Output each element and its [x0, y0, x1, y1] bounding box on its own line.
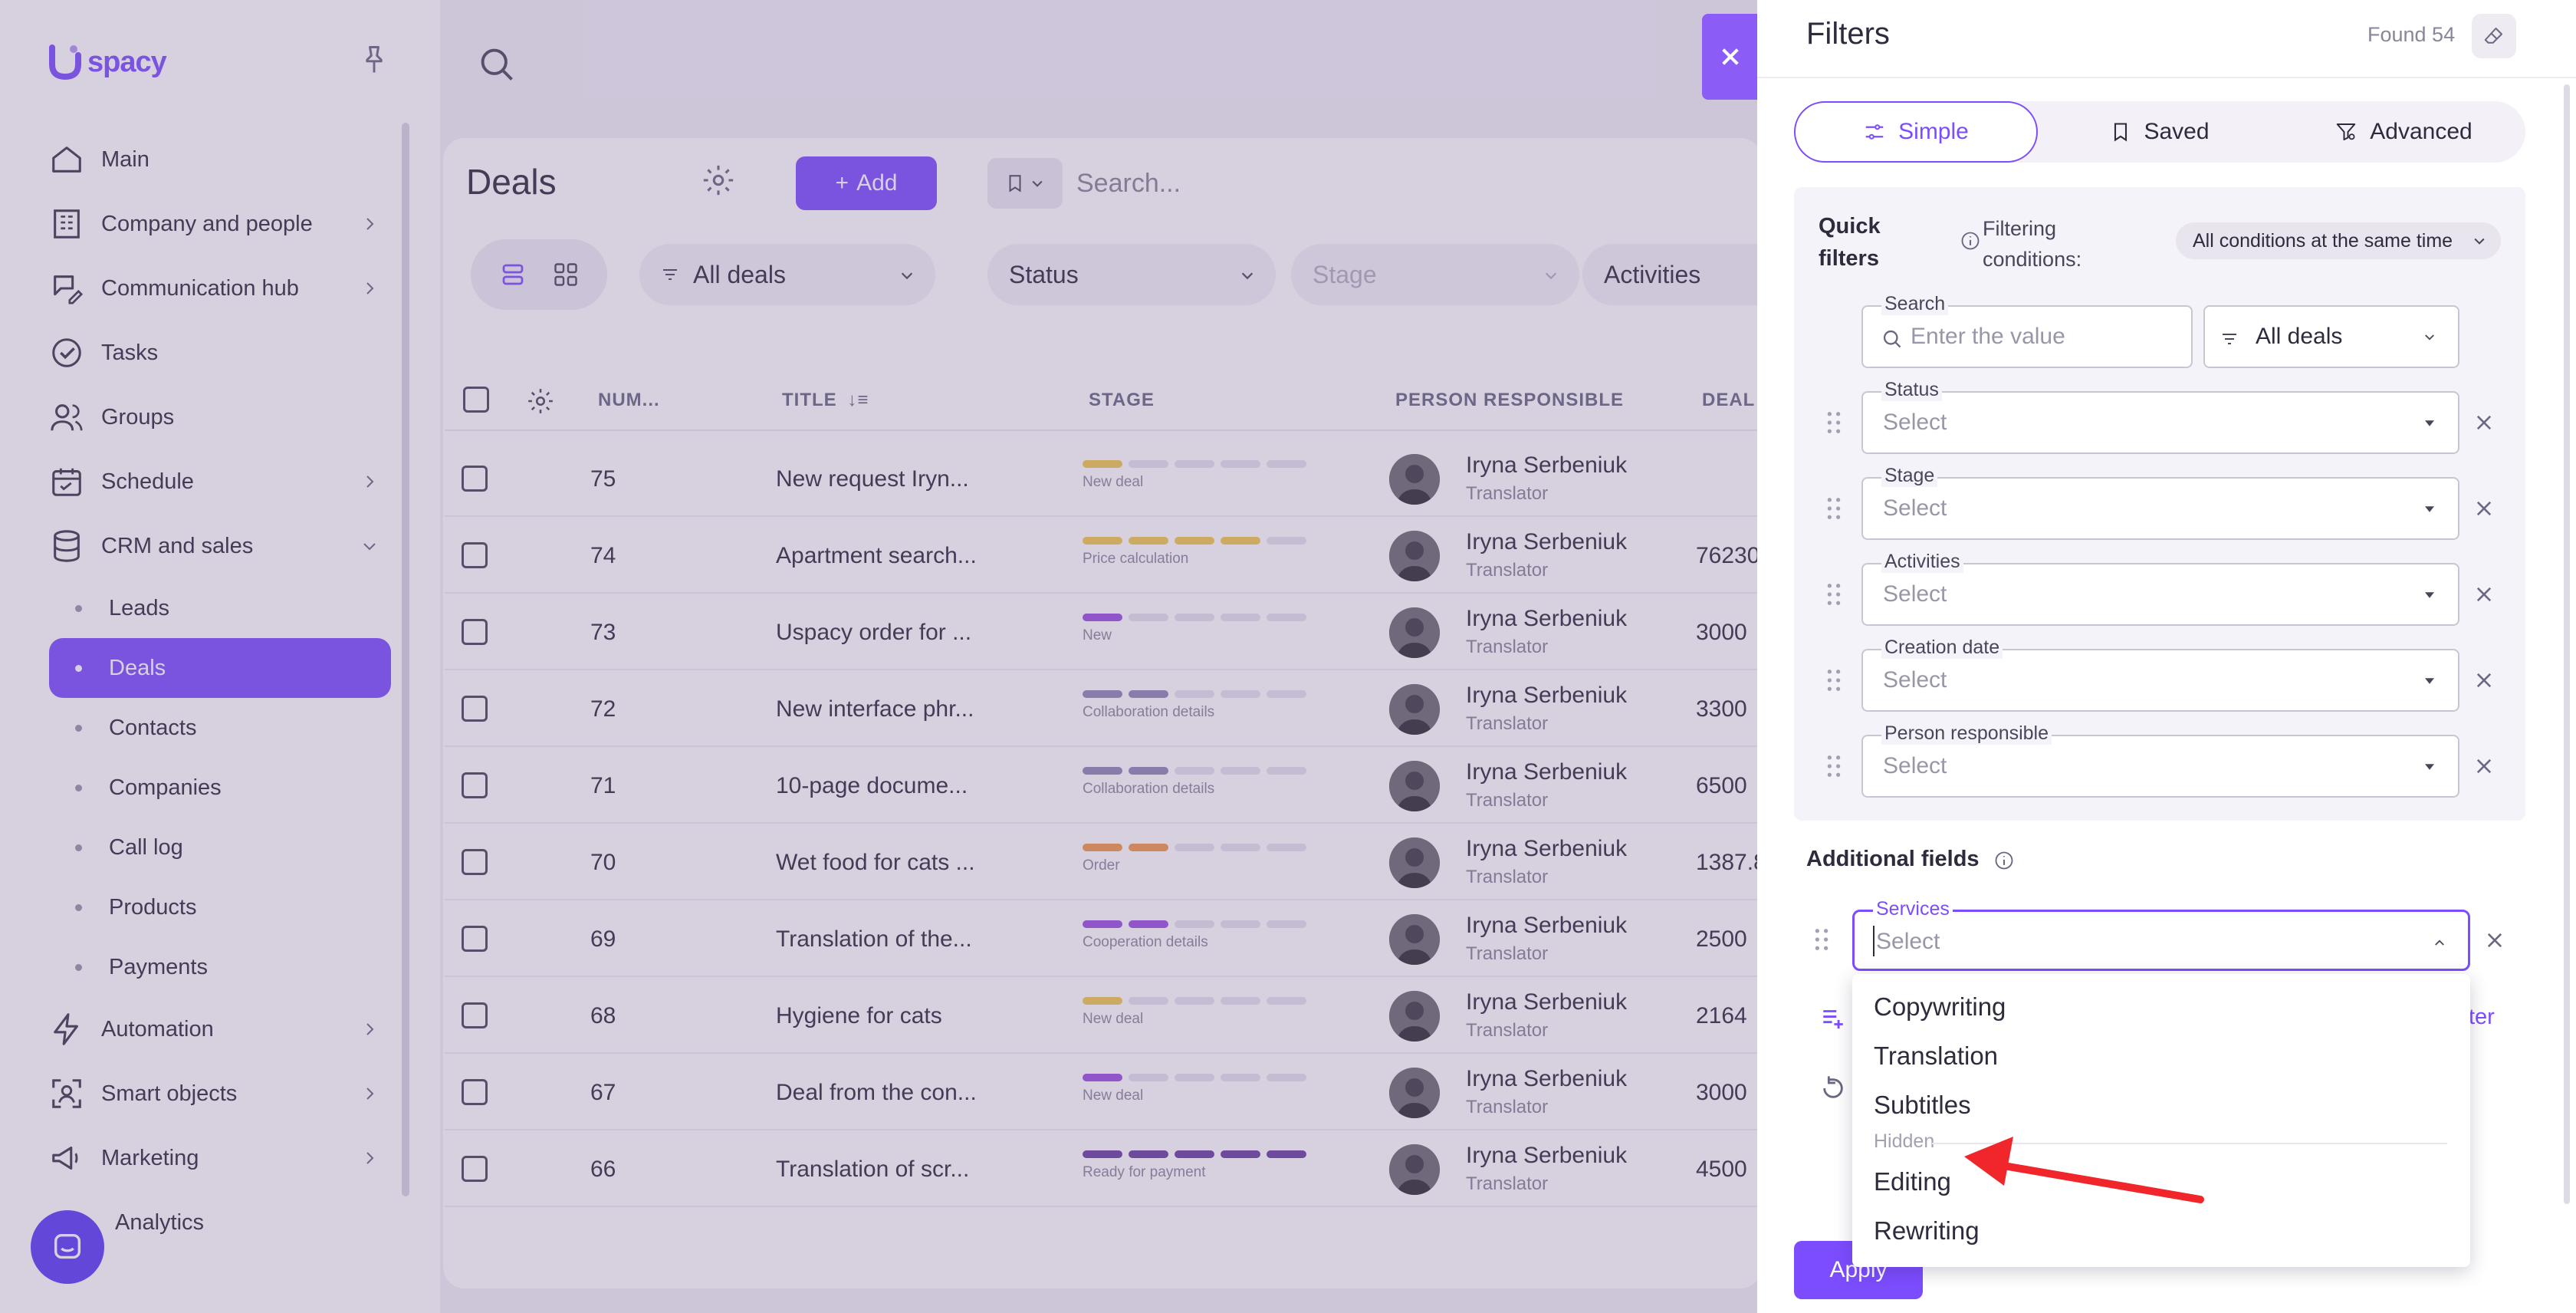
- clear-filters-button[interactable]: [2472, 14, 2516, 58]
- activities-select[interactable]: Activities Select: [1861, 550, 2459, 626]
- info-icon[interactable]: [1960, 230, 1981, 252]
- drag-handle-icon[interactable]: [1826, 497, 1842, 520]
- search-icon: [1883, 330, 1901, 348]
- deals-scope-value: All deals: [2256, 324, 2343, 349]
- stage-field-label: Stage: [1881, 464, 1938, 487]
- person-responsible-select[interactable]: Person responsible Select: [1861, 722, 2459, 798]
- option-translation[interactable]: Translation: [1874, 1042, 1998, 1071]
- eraser-icon: [2484, 28, 2502, 44]
- remove-services-field-icon[interactable]: [2484, 930, 2505, 951]
- option-copywriting[interactable]: Copywriting: [1874, 992, 2006, 1022]
- person-responsible-value: Select: [1883, 753, 1947, 778]
- person-responsible-field-label: Person responsible: [1881, 722, 2052, 745]
- tab-simple[interactable]: Simple: [1794, 101, 2038, 163]
- creation-date-field-label: Creation date: [1881, 636, 2003, 659]
- tab-simple-label: Simple: [1898, 119, 1969, 144]
- caret-down-icon: [2425, 420, 2434, 426]
- modal-backdrop[interactable]: [0, 0, 1763, 1313]
- bookmark-icon: [2114, 123, 2128, 142]
- search-value-placeholder: Enter the value: [1911, 324, 2065, 349]
- info-icon[interactable]: [1993, 850, 2015, 871]
- drag-handle-icon[interactable]: [1814, 928, 1829, 951]
- remove-stage-filter-icon[interactable]: [2473, 498, 2495, 519]
- stage-value: Select: [1883, 495, 1947, 521]
- reset-icon[interactable]: [1820, 1075, 1846, 1101]
- remove-status-filter-icon[interactable]: [2473, 412, 2495, 433]
- quick-filters-title: Quick filters: [1819, 214, 1881, 271]
- conditions-select[interactable]: All conditions at the same time: [2176, 222, 2501, 259]
- add-filter-icon[interactable]: [1820, 1005, 1846, 1031]
- drag-handle-icon[interactable]: [1826, 669, 1842, 692]
- status-select[interactable]: Status Select: [1861, 378, 2459, 454]
- drag-handle-icon[interactable]: [1826, 583, 1842, 606]
- panel-scrollbar[interactable]: [2564, 84, 2570, 1204]
- option-editing[interactable]: Editing: [1874, 1167, 1951, 1196]
- chevron-up-icon: [2435, 940, 2444, 946]
- text-cursor: [1873, 926, 1875, 956]
- close-icon: [1722, 48, 1739, 65]
- caret-down-icon: [2425, 506, 2434, 512]
- caret-down-icon: [2425, 592, 2434, 598]
- drag-handle-icon[interactable]: [1826, 411, 1842, 434]
- remove-person-responsible-filter-icon[interactable]: [2473, 755, 2495, 777]
- status-value: Select: [1883, 410, 1947, 435]
- tab-advanced-label: Advanced: [2370, 119, 2472, 144]
- option-rewriting[interactable]: Rewriting: [1874, 1216, 1980, 1246]
- creation-date-value: Select: [1883, 667, 1947, 693]
- filtering-conditions-label: Filtering conditions:: [1983, 217, 2082, 271]
- creation-date-select[interactable]: Creation date Select: [1861, 636, 2459, 712]
- panel-divider: [1757, 77, 2576, 78]
- close-panel-button[interactable]: [1702, 14, 1759, 100]
- add-filter-link[interactable]: ter: [2469, 1005, 2495, 1030]
- option-subtitles[interactable]: Subtitles: [1874, 1091, 1971, 1120]
- remove-activities-filter-icon[interactable]: [2473, 584, 2495, 605]
- search-value-field[interactable]: Search Enter the value: [1861, 292, 2193, 368]
- chevron-down-icon: [2425, 334, 2434, 341]
- additional-fields-title: Additional fields: [1806, 847, 1980, 871]
- sliders-icon: [1865, 124, 1884, 140]
- tab-saved[interactable]: Saved: [2038, 101, 2282, 163]
- activities-field-label: Activities: [1881, 550, 1963, 573]
- filter-mode-tabs: Simple Saved Advanced: [1794, 101, 2525, 163]
- filter-lines-icon: [2223, 334, 2236, 344]
- remove-creation-date-filter-icon[interactable]: [2473, 670, 2495, 691]
- panel-title: Filters: [1806, 17, 1890, 51]
- services-dropdown: Copywriting Translation Subtitles Hidden…: [1852, 974, 2470, 1267]
- services-placeholder: Select: [1876, 929, 1940, 954]
- chevron-down-icon: [2474, 238, 2485, 245]
- deals-scope-select[interactable]: All deals: [2203, 305, 2459, 368]
- stage-select[interactable]: Stage Select: [1861, 464, 2459, 540]
- status-field-label: Status: [1881, 378, 1942, 401]
- hidden-group-label: Hidden: [1874, 1130, 1935, 1152]
- caret-down-icon: [2425, 764, 2434, 770]
- activities-value: Select: [1883, 581, 1947, 607]
- search-field-label: Search: [1881, 292, 1949, 315]
- filter-settings-icon: [2337, 123, 2356, 140]
- found-count: Found 54: [2367, 23, 2456, 46]
- services-field-label: Services: [1873, 897, 1953, 920]
- tab-advanced[interactable]: Advanced: [2282, 101, 2525, 163]
- drag-handle-icon[interactable]: [1826, 755, 1842, 778]
- caret-down-icon: [2425, 678, 2434, 684]
- conditions-select-value: All conditions at the same time: [2193, 229, 2453, 252]
- services-select[interactable]: Services Select: [1852, 897, 2470, 971]
- tab-saved-label: Saved: [2144, 119, 2210, 144]
- annotation-arrow: [1964, 1137, 2204, 1203]
